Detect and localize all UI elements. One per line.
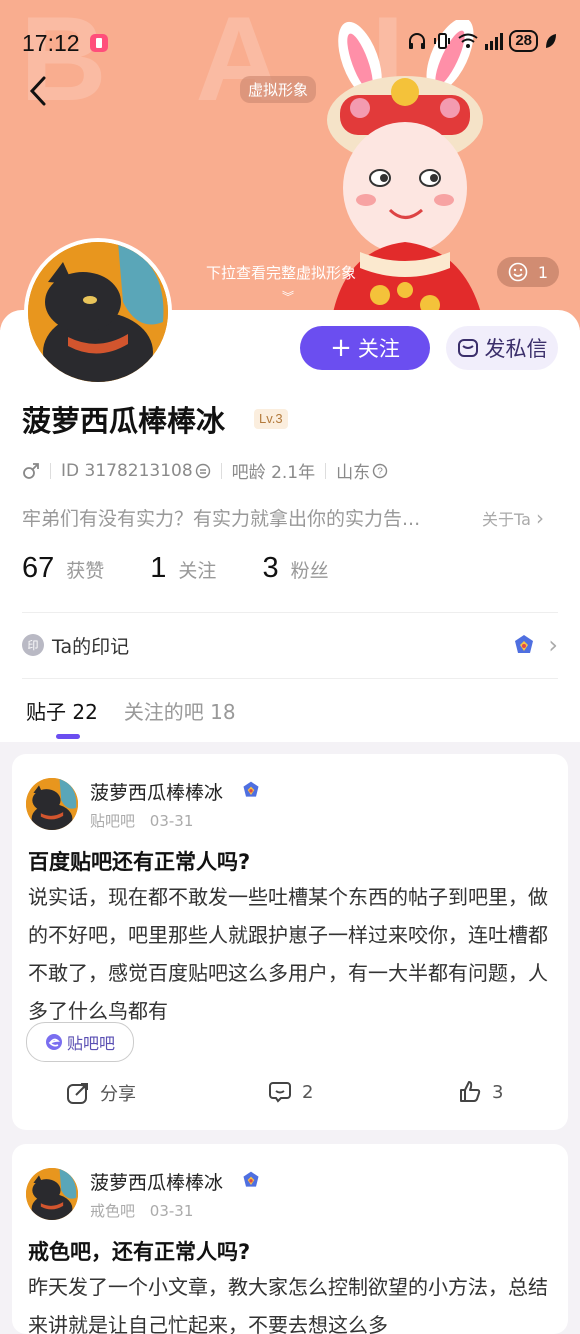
about-label: 关于Ta	[482, 510, 531, 529]
signal-icon	[485, 32, 504, 50]
post-title[interactable]: 百度贴吧还有正常人吗?	[28, 846, 250, 876]
virtual-avatar-image[interactable]	[300, 20, 520, 330]
male-icon	[23, 462, 39, 479]
comment-button[interactable]: 2	[268, 1080, 313, 1104]
crown-badge-icon	[243, 781, 259, 797]
smile-reaction-button[interactable]: 1	[497, 257, 559, 287]
about-link[interactable]: 关于Ta ›	[482, 506, 544, 530]
profile-name: 菠萝西瓜棒棒冰	[22, 404, 226, 438]
message-icon	[457, 339, 478, 357]
vibrate-icon	[434, 33, 451, 49]
crown-badge-icon	[515, 635, 534, 653]
seal-icon: 印	[22, 634, 44, 656]
follow-button[interactable]: + 关注	[300, 326, 430, 370]
post-card[interactable]: 菠萝西瓜棒棒冰 戒色吧 03-31 戒色吧，还有正常人吗? 昨天发了一个小文章，…	[12, 1144, 568, 1334]
post-actions: 分享 2 3	[12, 1080, 568, 1110]
divider	[22, 612, 558, 613]
follow-label: 关注	[357, 337, 400, 361]
chevron-right-icon: ›	[536, 506, 545, 530]
profile-meta: ID 3178213108 吧龄 2.1年 山东 ?	[22, 458, 388, 483]
private-message-button[interactable]: 发私信	[446, 326, 558, 370]
author-name[interactable]: 菠萝西瓜棒棒冰	[90, 778, 223, 805]
thumbs-up-icon	[460, 1081, 481, 1102]
fans-label[interactable]: 粉丝	[291, 556, 329, 583]
post-meta: 贴吧吧 03-31	[90, 810, 193, 831]
active-tab-indicator	[56, 734, 80, 739]
plus-icon: +	[330, 333, 352, 363]
message-label: 发私信	[484, 337, 548, 361]
smile-icon	[508, 262, 528, 282]
app-notification-icon	[90, 34, 108, 52]
author-name[interactable]: 菠萝西瓜棒棒冰	[90, 1168, 223, 1195]
status-bar: 17:12 28	[0, 26, 580, 62]
author-avatar[interactable]	[26, 1168, 78, 1220]
share-icon	[67, 1083, 88, 1104]
author-avatar[interactable]	[26, 778, 78, 830]
forum-logo-icon	[45, 1034, 62, 1050]
black-cat-avatar-image	[28, 242, 168, 382]
share-button[interactable]: 分享	[66, 1080, 136, 1106]
level-badge: Lv.3	[254, 409, 288, 429]
tab-followed-bars[interactable]: 关注的吧 18	[124, 696, 236, 725]
forum-tag-label: 贴吧吧	[66, 1034, 115, 1053]
post-title[interactable]: 戒色吧，还有正常人吗?	[28, 1236, 250, 1266]
status-time: 17:12	[22, 30, 80, 56]
profile-tabs: 贴子 22 关注的吧 18	[26, 696, 236, 725]
divider	[22, 678, 558, 679]
seal-label: Ta的印记	[52, 635, 130, 658]
location: 山东	[336, 463, 371, 483]
post-forum[interactable]: 戒色吧	[90, 1202, 135, 1220]
following-count[interactable]: 1	[150, 552, 166, 585]
bar-age: 吧龄 2.1年	[231, 463, 316, 483]
back-arrow-icon[interactable]	[26, 74, 56, 108]
post-body[interactable]: 昨天发了一个小文章，教大家怎么控制欲望的小方法，总结来讲就是让自己忙起来，不要去…	[28, 1268, 558, 1334]
like-button[interactable]: 3	[458, 1080, 503, 1104]
battery-indicator: 28	[509, 30, 538, 52]
comment-count: 2	[302, 1081, 314, 1103]
help-icon[interactable]: ?	[372, 463, 388, 479]
post-body[interactable]: 说实话，现在都不敢发一些吐槽某个东西的帖子到吧里，做的不好吧，吧里那些人就跟护崽…	[28, 878, 558, 1030]
seal-row[interactable]: 印 Ta的印记 ›	[22, 630, 558, 660]
fans-count[interactable]: 3	[262, 552, 278, 585]
wifi-icon	[458, 33, 478, 48]
double-chevron-down-icon: ︾	[282, 290, 295, 304]
svg-text:?: ?	[377, 466, 383, 477]
share-label: 分享	[100, 1084, 136, 1105]
pull-down-hint: 下拉查看完整虚拟形象	[206, 264, 357, 282]
comment-icon	[269, 1082, 291, 1103]
tab-posts[interactable]: 贴子 22	[26, 696, 98, 725]
smile-count: 1	[537, 262, 549, 282]
likes-count: 67	[22, 552, 55, 584]
profile-avatar[interactable]	[24, 238, 172, 386]
post-card[interactable]: 菠萝西瓜棒棒冰 贴吧吧 03-31 百度贴吧还有正常人吗? 说实话，现在都不敢发…	[12, 754, 568, 1130]
chevron-right-icon: ›	[548, 631, 558, 659]
forum-tag[interactable]: 贴吧吧	[26, 1022, 134, 1062]
leaf-icon	[546, 34, 556, 48]
like-count: 3	[492, 1081, 504, 1103]
post-date: 03-31	[149, 1202, 194, 1220]
crown-badge-icon	[243, 1171, 259, 1187]
likes-label: 获赞	[66, 560, 105, 582]
post-forum[interactable]: 贴吧吧	[90, 812, 135, 830]
following-label[interactable]: 关注	[178, 556, 216, 583]
post-date: 03-31	[149, 812, 194, 830]
profile-stats: 67 获赞 1 关注 3 粉丝	[22, 552, 375, 585]
headphones-icon	[409, 33, 426, 49]
virtual-avatar-label[interactable]: 虚拟形象	[240, 76, 317, 103]
copy-icon[interactable]	[195, 463, 211, 479]
profile-bio: 牢弟们有没有实力？有实力就拿出你的实力告...	[22, 508, 421, 530]
user-id: ID 3178213108	[61, 460, 193, 481]
post-meta: 戒色吧 03-31	[90, 1200, 193, 1221]
